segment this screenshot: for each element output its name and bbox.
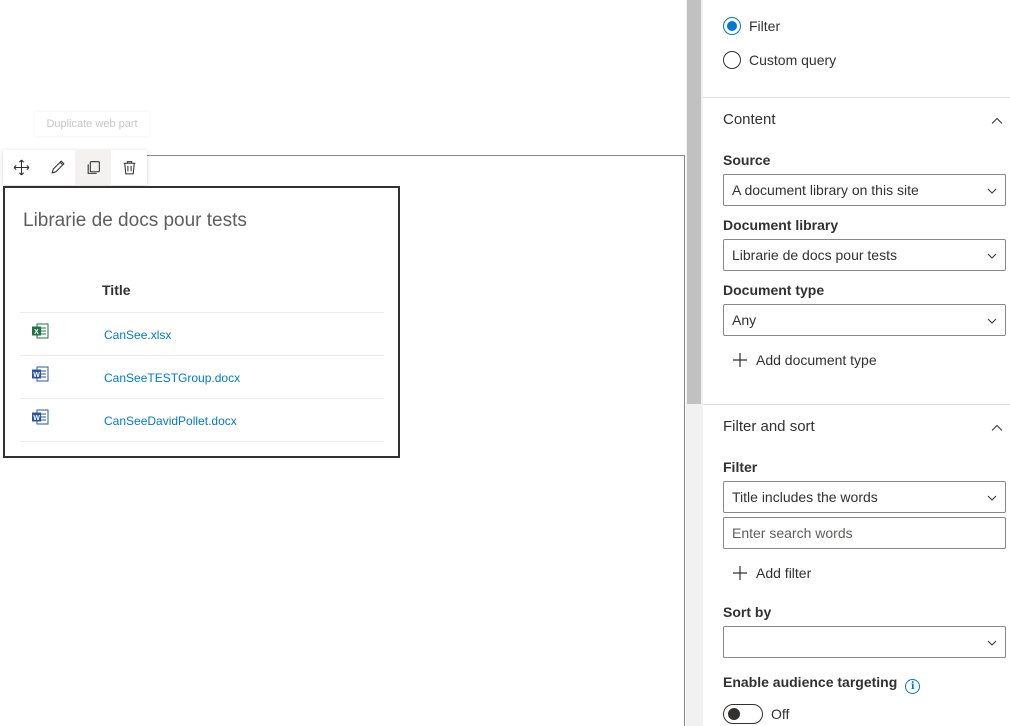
- chevron-down-icon: [987, 253, 997, 259]
- filter-sort-group-header[interactable]: Filter and sort: [723, 418, 1007, 442]
- add-document-type-button[interactable]: Add document type: [733, 352, 877, 368]
- audience-targeting-toggle[interactable]: [723, 704, 763, 724]
- document-type-label: Document type: [723, 282, 825, 298]
- list-header: Title: [20, 270, 384, 313]
- webpart-toolbar: [3, 150, 147, 185]
- add-document-type-label: Add document type: [756, 352, 877, 368]
- radio-filter[interactable]: Filter: [723, 17, 780, 35]
- radio-button[interactable]: [723, 51, 741, 69]
- document-library-webpart[interactable]: Librarie de docs pour tests Title X CanS…: [3, 186, 400, 458]
- radio-custom-query[interactable]: Custom query: [723, 51, 836, 69]
- sort-by-label: Sort by: [723, 604, 772, 620]
- audience-targeting-text: Enable audience targeting: [723, 674, 898, 690]
- document-library-dropdown[interactable]: Librarie de docs pour tests: [723, 239, 1006, 271]
- source-label: Source: [723, 152, 771, 168]
- trash-icon: [123, 161, 135, 175]
- add-filter-label: Add filter: [756, 565, 812, 581]
- info-icon[interactable]: i: [905, 679, 921, 694]
- svg-text:W: W: [33, 415, 40, 422]
- excel-icon: X: [32, 323, 49, 339]
- copy-icon: [87, 161, 100, 174]
- move-button[interactable]: [3, 150, 39, 185]
- chevron-up-icon: [991, 424, 1003, 431]
- radio-button-checked[interactable]: [723, 17, 741, 35]
- plus-icon: [733, 353, 747, 367]
- toggle-state-label: Off: [771, 706, 790, 722]
- source-dropdown[interactable]: A document library on this site: [723, 174, 1006, 206]
- list-item[interactable]: W CanSeeTESTGroup.docx: [20, 356, 384, 399]
- search-words-input[interactable]: [723, 517, 1006, 549]
- filter-label: Filter: [723, 459, 758, 475]
- chevron-down-icon: [987, 188, 997, 194]
- property-pane: Filter Custom query Content Source A doc…: [703, 0, 1010, 726]
- divider: [703, 97, 1010, 98]
- audience-targeting-toggle-row: Off: [723, 704, 789, 724]
- plus-icon: [733, 566, 747, 580]
- filter-dropdown[interactable]: Title includes the words: [723, 481, 1006, 513]
- radio-label: Custom query: [749, 52, 837, 68]
- sort-by-dropdown[interactable]: [723, 626, 1006, 658]
- add-filter-button[interactable]: Add filter: [733, 565, 811, 581]
- document-library-label: Document library: [723, 217, 839, 233]
- page-canvas: Duplicate web part Librarie de docs pour: [0, 0, 686, 726]
- move-icon: [13, 159, 29, 176]
- audience-targeting-label: Enable audience targeting i: [723, 674, 921, 694]
- document-type-dropdown[interactable]: Any: [723, 304, 1006, 336]
- svg-text:X: X: [34, 329, 39, 336]
- duplicate-button[interactable]: [75, 150, 111, 185]
- word-icon: W: [32, 366, 49, 382]
- webpart-title: Librarie de docs pour tests: [23, 210, 247, 231]
- chevron-down-icon: [987, 318, 997, 324]
- chevron-down-icon: [987, 640, 997, 646]
- title-column-header[interactable]: Title: [102, 282, 131, 298]
- list-item[interactable]: X CanSee.xlsx: [20, 313, 384, 356]
- content-group-header[interactable]: Content: [723, 111, 1007, 135]
- delete-button[interactable]: [111, 150, 147, 185]
- file-link[interactable]: CanSeeDavidPollet.docx: [104, 414, 237, 428]
- scrollbar-thumb[interactable]: [687, 0, 701, 404]
- radio-label: Filter: [749, 18, 781, 34]
- edit-button[interactable]: [39, 150, 75, 185]
- svg-text:W: W: [33, 372, 40, 379]
- duplicate-tooltip: Duplicate web part: [35, 112, 149, 136]
- chevron-down-icon: [987, 495, 997, 501]
- dropdown-value: Librarie de docs pour tests: [732, 247, 897, 263]
- chevron-up-icon: [991, 117, 1003, 124]
- word-icon: W: [32, 409, 49, 425]
- group-title: Content: [723, 111, 776, 128]
- dropdown-value: Any: [732, 312, 757, 328]
- pencil-icon: [50, 160, 65, 174]
- dropdown-value: Title includes the words: [732, 489, 878, 505]
- divider: [703, 404, 1010, 405]
- file-link[interactable]: CanSeeTESTGroup.docx: [104, 371, 240, 385]
- canvas-scrollbar[interactable]: [686, 0, 703, 726]
- group-title: Filter and sort: [723, 418, 815, 435]
- dropdown-value: A document library on this site: [732, 182, 919, 198]
- list-item[interactable]: W CanSeeDavidPollet.docx: [20, 399, 384, 442]
- file-link[interactable]: CanSee.xlsx: [104, 328, 171, 342]
